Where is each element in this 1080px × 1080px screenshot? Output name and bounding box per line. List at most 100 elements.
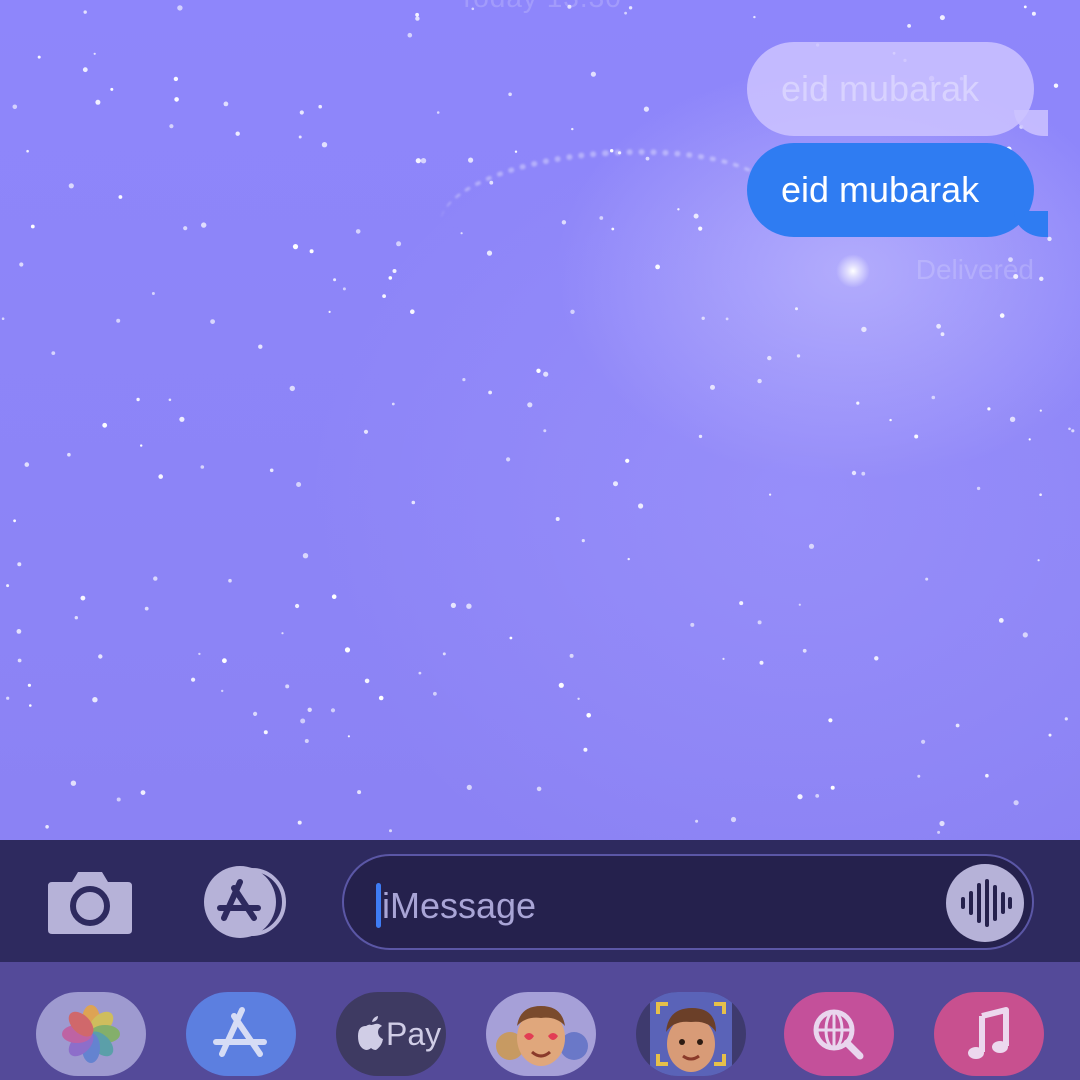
star <box>300 718 306 724</box>
star <box>753 15 756 19</box>
audio-waveform-icon <box>961 879 1012 927</box>
star <box>583 747 588 752</box>
star <box>93 52 96 55</box>
star <box>1053 83 1059 88</box>
star <box>37 55 41 59</box>
star <box>297 820 302 825</box>
star <box>17 562 22 567</box>
star <box>937 830 941 834</box>
camera-icon <box>48 872 132 934</box>
app-apple-pay[interactable]: Pay <box>336 992 446 1076</box>
star <box>68 183 74 189</box>
star <box>998 618 1004 623</box>
star <box>95 99 101 105</box>
star <box>179 416 185 422</box>
star <box>797 794 803 800</box>
star <box>508 92 512 97</box>
conversation-timestamp: Today 13:30 <box>0 0 1080 14</box>
star <box>201 222 207 228</box>
star <box>808 543 815 549</box>
music-icon <box>968 1007 1009 1059</box>
star <box>536 368 541 373</box>
star <box>307 707 312 712</box>
star <box>285 684 290 689</box>
star <box>939 15 945 21</box>
star <box>795 307 798 311</box>
star <box>29 704 32 707</box>
message-bubble-sent[interactable]: eid mubarak <box>747 143 1048 237</box>
star <box>907 24 911 28</box>
star <box>767 355 772 361</box>
star <box>830 785 835 790</box>
star <box>889 418 892 422</box>
star <box>1047 236 1052 242</box>
star <box>258 344 263 349</box>
star <box>296 482 302 487</box>
star <box>16 629 22 634</box>
star <box>798 603 801 606</box>
star <box>24 462 30 467</box>
star <box>158 474 163 479</box>
star <box>173 76 179 82</box>
star <box>466 603 472 609</box>
star <box>1009 416 1016 422</box>
memoji-icon <box>650 992 732 1076</box>
star <box>19 262 24 267</box>
app-image-search[interactable] <box>784 992 894 1076</box>
star <box>769 493 772 496</box>
star <box>74 616 79 620</box>
star <box>569 653 574 658</box>
app-photos[interactable] <box>36 992 146 1076</box>
star <box>999 313 1005 318</box>
audio-message-button[interactable] <box>946 864 1024 942</box>
app-store[interactable] <box>186 992 296 1076</box>
star <box>976 486 981 491</box>
star <box>110 87 114 91</box>
star <box>364 678 370 684</box>
message-bubble-effect[interactable]: eid mubarak <box>747 42 1048 136</box>
star <box>987 407 991 411</box>
message-text: eid mubarak <box>781 68 980 109</box>
star <box>299 110 304 115</box>
star <box>318 104 323 109</box>
star <box>295 603 300 609</box>
star <box>51 351 56 355</box>
star <box>415 158 421 164</box>
star <box>1068 427 1071 431</box>
star <box>228 578 232 583</box>
star <box>198 652 201 656</box>
star <box>939 820 945 827</box>
star <box>527 402 533 408</box>
star <box>116 318 121 323</box>
star <box>710 384 715 390</box>
star <box>442 652 446 656</box>
star <box>815 794 820 798</box>
app-memoji-stickers[interactable] <box>486 992 596 1076</box>
star <box>940 332 945 337</box>
star <box>698 434 703 439</box>
star <box>1039 276 1044 281</box>
star <box>292 244 299 250</box>
message-input[interactable]: iMessage <box>342 854 1034 950</box>
app-memoji[interactable] <box>636 992 746 1076</box>
star <box>321 142 328 148</box>
star <box>281 632 284 635</box>
star <box>200 465 205 469</box>
star <box>118 195 123 199</box>
star <box>45 825 49 829</box>
star <box>468 157 474 163</box>
app-music[interactable] <box>934 992 1044 1076</box>
star <box>363 429 369 434</box>
star <box>590 71 597 77</box>
message-composer: iMessage <box>0 840 1080 962</box>
star <box>26 149 29 153</box>
text-cursor <box>376 883 381 928</box>
apps-button[interactable] <box>194 866 294 938</box>
star <box>1039 493 1042 497</box>
star <box>347 735 350 738</box>
star <box>331 594 337 599</box>
camera-button[interactable] <box>46 866 134 936</box>
star <box>92 697 98 703</box>
star <box>701 316 705 320</box>
star <box>861 471 866 476</box>
